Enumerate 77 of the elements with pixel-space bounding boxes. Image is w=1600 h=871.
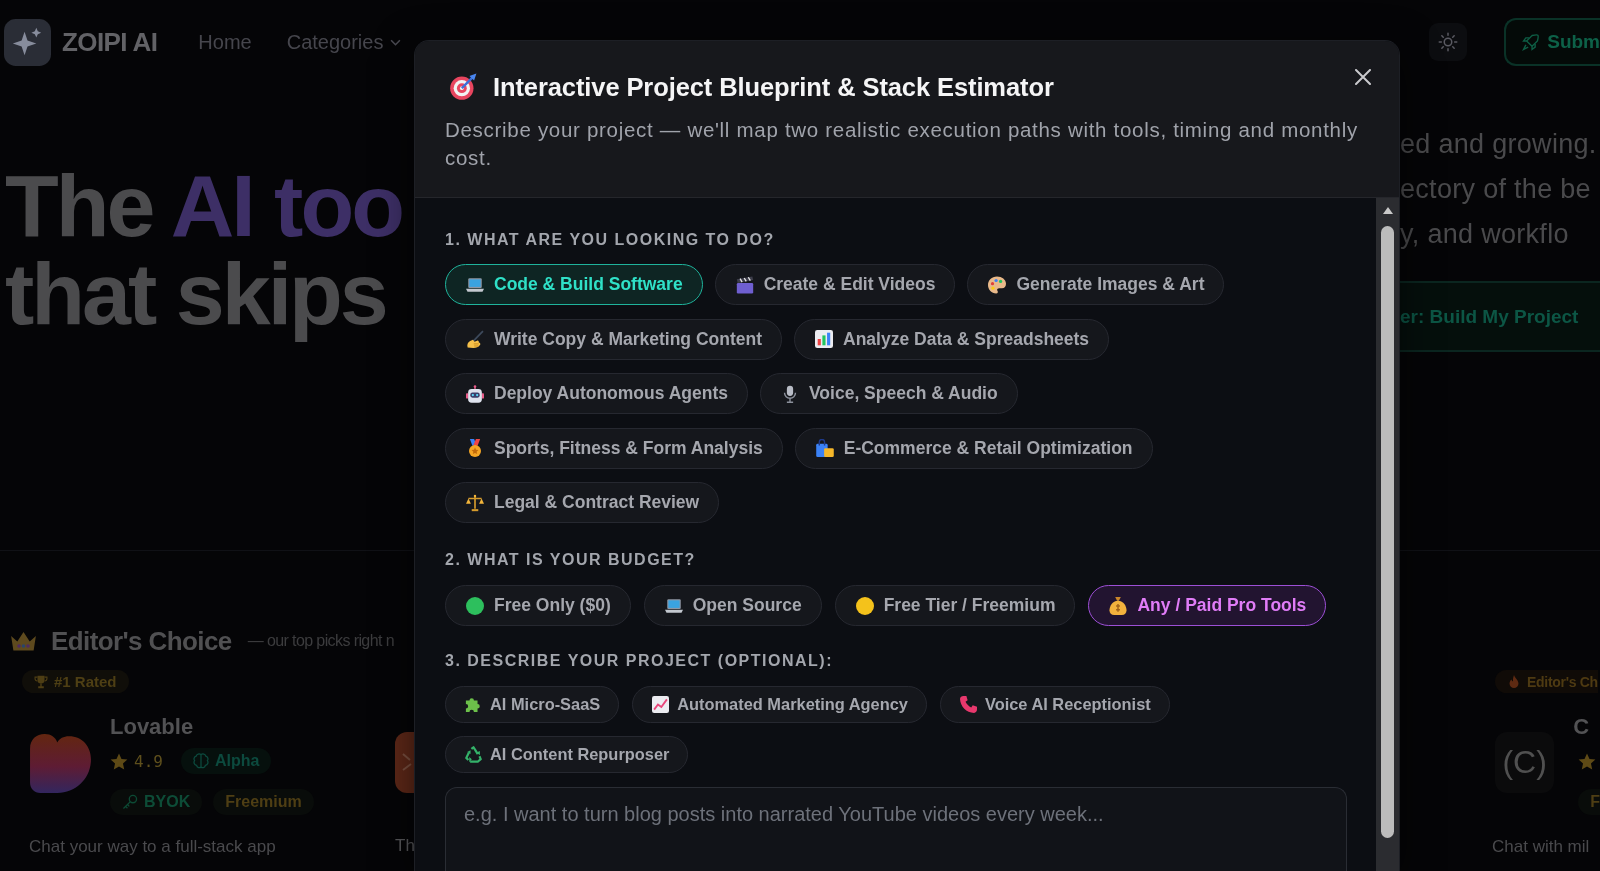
tool-description: Chat your way to a full-stack app	[28, 836, 276, 858]
option-chip[interactable]: Create & Edit Videos	[714, 264, 956, 305]
flame-icon	[1507, 674, 1521, 689]
example-chip[interactable]: AI Micro-SaaS	[445, 686, 620, 723]
line-chart-icon	[652, 696, 670, 713]
sun-icon	[1438, 32, 1459, 52]
logo-icon	[395, 732, 415, 793]
editors-choice-badge: Editor's Ch	[1495, 670, 1598, 693]
palette-icon	[988, 275, 1007, 294]
example-chip[interactable]: Automated Marketing Agency	[632, 686, 927, 723]
section-label: 1. WHAT ARE YOU LOOKING TO DO?	[445, 230, 776, 250]
model-badge: Alpha	[180, 748, 272, 774]
option-chip[interactable]: Analyze Data & Spreadsheets	[794, 318, 1110, 360]
brand-name: ZOIPI AI	[62, 26, 158, 58]
circle-icon	[855, 596, 874, 615]
rating-value: 4.9	[134, 751, 163, 771]
robot-icon	[466, 384, 484, 403]
tag-badge: BYOK	[110, 789, 203, 815]
money-bag-icon	[1109, 596, 1128, 615]
rank-badge: #1 Rated	[22, 670, 129, 693]
project-description-field[interactable]: e.g. I want to turn blog posts into narrated YouTube videos every week...	[445, 787, 1347, 871]
heart-logo-icon	[29, 732, 92, 795]
laptop-icon	[466, 275, 484, 294]
hero-tagline: ed and growing. ectory of the be y, and workflo	[1400, 128, 1597, 251]
chevron-down-icon	[390, 38, 402, 46]
option-chip[interactable]: Free Tier / Freemium	[834, 585, 1076, 626]
example-chip[interactable]: Voice AI Receptionist	[939, 686, 1170, 723]
option-chip[interactable]: Voice, Speech & Audio	[760, 373, 1018, 414]
medal-icon	[466, 439, 484, 457]
theme-toggle-button[interactable]	[1429, 23, 1468, 61]
phone-icon	[959, 696, 977, 713]
scrollbar-thumb[interactable]	[1381, 226, 1394, 838]
rocket-icon	[1522, 33, 1540, 51]
tag-badge: Freemium	[213, 789, 314, 815]
star-icon	[110, 752, 128, 770]
laptop-icon	[664, 596, 683, 615]
tool-name: Lovable	[110, 714, 194, 740]
section-label: 2. WHAT IS YOUR BUDGET?	[445, 550, 697, 570]
microphone-icon	[781, 384, 799, 403]
option-chip[interactable]: Deploy Autonomous Agents	[445, 373, 748, 414]
brain-icon	[192, 753, 209, 769]
bar-chart-icon	[815, 330, 834, 348]
scroll-up-icon	[1382, 207, 1393, 214]
puzzle-piece-icon	[465, 696, 482, 713]
clapperboard-icon	[735, 275, 754, 294]
modal-title: Interactive Project Blueprint & Stack Estimator	[493, 72, 1054, 102]
key-icon	[122, 794, 138, 810]
option-chip[interactable]: Code & Build Software	[445, 264, 703, 305]
tool-description: Th	[395, 835, 415, 857]
section-label: 3. DESCRIBE YOUR PROJECT (OPTIONAL):	[445, 651, 834, 671]
tag-badge: F	[1578, 789, 1600, 815]
option-chip[interactable]: Write Copy & Marketing Content	[445, 318, 783, 360]
circle-icon	[466, 596, 484, 615]
option-chip[interactable]: Generate Images & Art	[967, 264, 1225, 305]
tool-description: Chat with mil	[1492, 836, 1590, 858]
target-icon	[449, 73, 477, 101]
option-chip[interactable]: Free Only ($0)	[445, 585, 631, 626]
option-chip[interactable]: Legal & Contract Review	[445, 482, 720, 523]
option-chip[interactable]: Any / Paid Pro Tools	[1088, 585, 1327, 626]
crown-icon	[10, 630, 37, 652]
modal-description: Describe your project — we'll map two realistic execution paths with tools, timing and monthly cost.	[445, 117, 1359, 171]
option-chip[interactable]: Open Source	[643, 585, 822, 626]
recycle-icon	[465, 746, 482, 763]
scales-icon	[466, 493, 484, 512]
shopping-bags-icon	[815, 439, 834, 457]
option-chip[interactable]: Sports, Fitness & Form Analysis	[445, 427, 783, 469]
tool-name: C	[1573, 714, 1590, 740]
option-chip[interactable]: E-Commerce & Retail Optimization	[794, 427, 1153, 469]
trophy-icon	[34, 674, 48, 689]
app-logo: (C)	[1495, 732, 1555, 793]
star-icon	[1578, 752, 1597, 770]
scrollbar[interactable]	[1376, 198, 1399, 871]
close-icon	[1355, 69, 1371, 85]
sparkle-icon	[4, 18, 51, 66]
writing-hand-icon	[466, 330, 484, 348]
example-chip[interactable]: AI Content Repurposer	[445, 736, 689, 773]
section-title: Editor's Choice	[51, 625, 232, 657]
